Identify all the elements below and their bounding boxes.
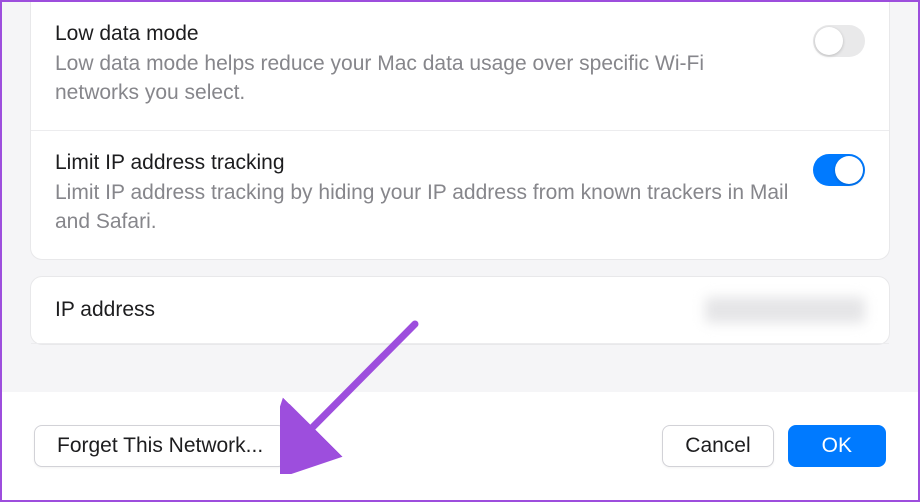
dialog-footer: Forget This Network... Cancel OK (2, 392, 918, 500)
settings-panel-1: Low data mode Low data mode helps reduce… (30, 2, 890, 260)
low-data-mode-toggle[interactable] (813, 25, 865, 57)
forget-network-button[interactable]: Forget This Network... (34, 425, 286, 467)
ip-address-label: IP address (55, 298, 155, 322)
limit-ip-tracking-toggle[interactable] (813, 154, 865, 186)
low-data-mode-text: Low data mode Low data mode helps reduce… (55, 22, 813, 108)
limit-ip-tracking-title: Limit IP address tracking (55, 151, 793, 175)
settings-panel-2: IP address (30, 276, 890, 345)
low-data-mode-title: Low data mode (55, 22, 793, 46)
ip-address-row: IP address (31, 277, 889, 344)
footer-right-buttons: Cancel OK (662, 425, 886, 467)
limit-ip-tracking-text: Limit IP address tracking Limit IP addre… (55, 151, 813, 237)
limit-ip-tracking-row: Limit IP address tracking Limit IP addre… (31, 131, 889, 259)
ip-address-value-blurred (705, 297, 865, 323)
settings-content: Low data mode Low data mode helps reduce… (2, 2, 918, 394)
ok-button[interactable]: OK (788, 425, 886, 467)
low-data-mode-desc: Low data mode helps reduce your Mac data… (55, 50, 793, 108)
cancel-button[interactable]: Cancel (662, 425, 773, 467)
limit-ip-tracking-desc: Limit IP address tracking by hiding your… (55, 179, 793, 237)
low-data-mode-row: Low data mode Low data mode helps reduce… (31, 2, 889, 131)
